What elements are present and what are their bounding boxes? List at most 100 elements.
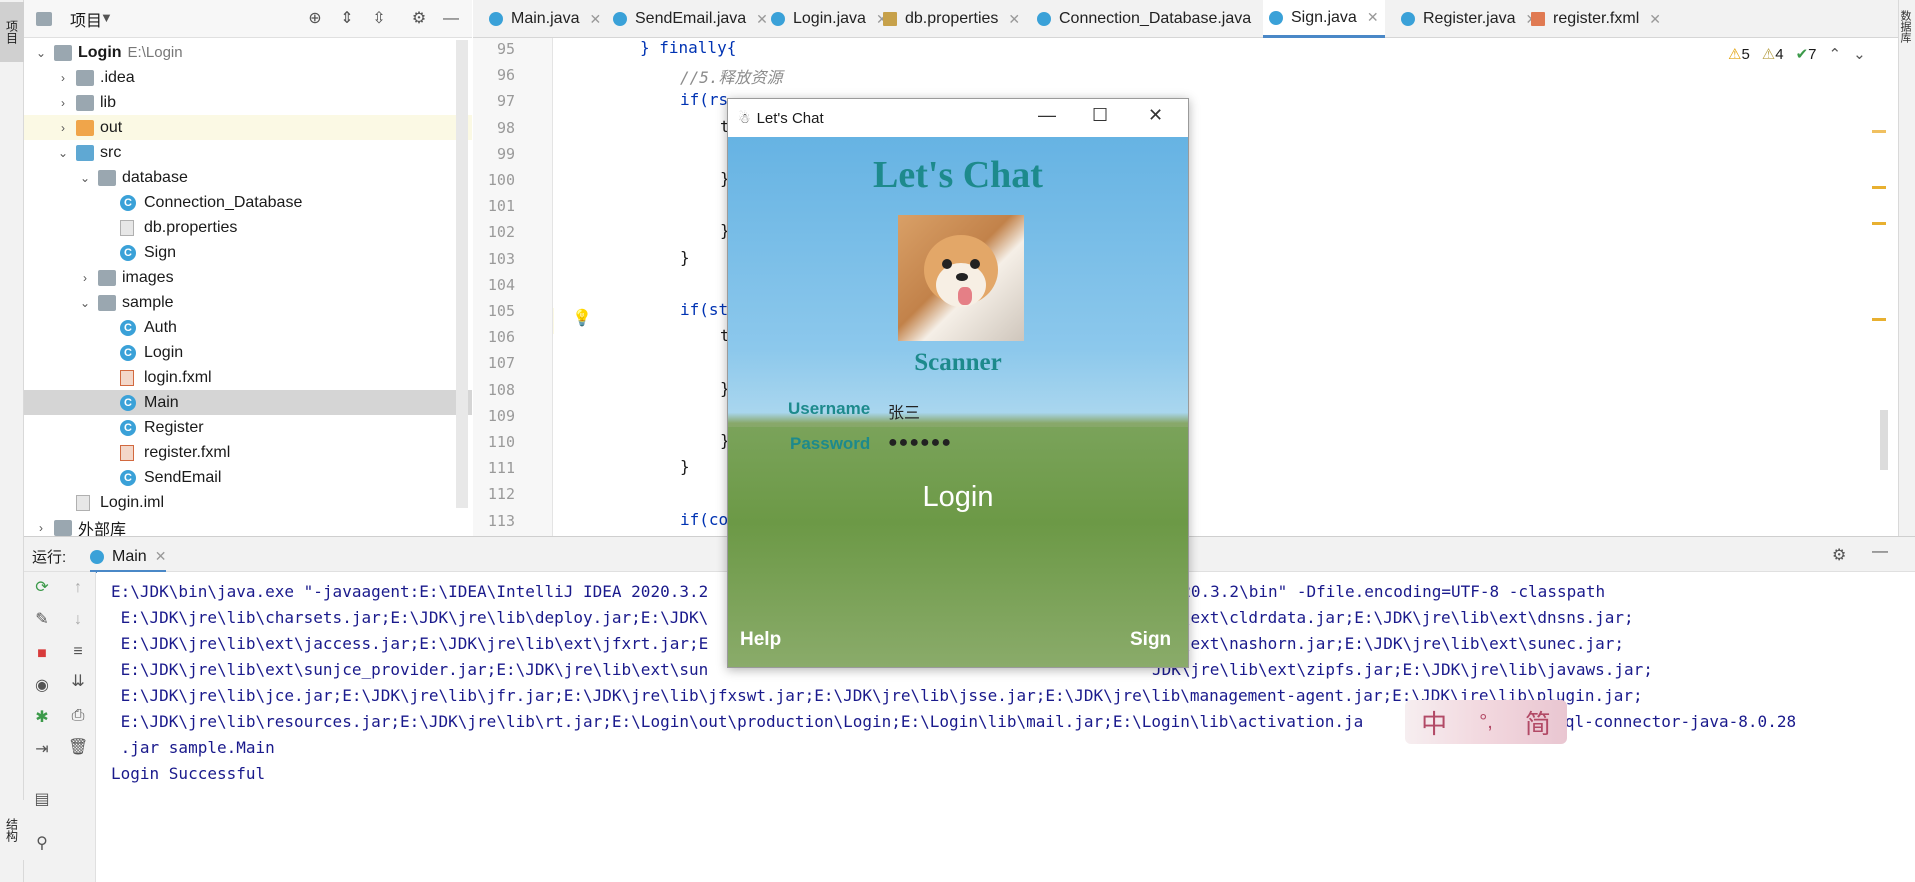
chevron-down-icon[interactable]: ⌄ (1853, 45, 1866, 63)
error-stripe-mark[interactable] (1872, 130, 1886, 133)
arrow-up-icon[interactable]: ↑ (68, 578, 88, 598)
editor-tab[interactable]: Login.java ✕ (765, 0, 894, 38)
chevron-down-icon[interactable]: ⌄ (56, 146, 70, 160)
project-tool-tab-label: 项目 (4, 20, 19, 44)
tree-item[interactable]: › 外部库 (24, 515, 472, 536)
editor-scrollbar[interactable] (1880, 410, 1888, 470)
tree-item[interactable]: › images (24, 265, 472, 290)
project-tool-tab[interactable]: 项目 (0, 2, 24, 62)
username-field[interactable]: 张三 (888, 399, 1068, 422)
help-link[interactable]: Help (740, 629, 781, 651)
arrow-down-icon[interactable]: ↓ (68, 610, 88, 630)
layout-icon[interactable]: ▤ (32, 790, 52, 810)
chevron-up-icon[interactable]: ⌃ (1829, 45, 1842, 63)
rerun-icon[interactable]: ⟳ (32, 578, 52, 598)
error-stripe-mark[interactable] (1872, 186, 1886, 189)
tree-item[interactable]: › .idea (24, 65, 472, 90)
maximize-button[interactable]: ☐ (1092, 105, 1108, 126)
chevron-right-icon[interactable]: › (56, 121, 70, 135)
tree-item[interactable]: C Register (24, 415, 472, 440)
login-exit-icon[interactable]: ⇥ (32, 740, 52, 760)
tree-item[interactable]: C Main (24, 390, 472, 415)
tree-item[interactable]: ⌄ Login E:\Login (24, 40, 472, 65)
tree-item[interactable]: › out (24, 115, 472, 140)
inspection-widget[interactable]: ⚠5 ⚠4 ✔7 ⌃ ⌄ (1728, 44, 1866, 64)
hide-icon[interactable]: — (1872, 543, 1888, 561)
chevron-down-icon[interactable]: ⌄ (34, 46, 48, 60)
close-icon[interactable]: ✕ (589, 11, 601, 28)
chevron-right-icon[interactable]: › (78, 271, 92, 285)
tree-item[interactable]: C Login (24, 340, 472, 365)
ime-indicator[interactable]: 中 °, 简 (1405, 700, 1567, 744)
close-icon[interactable]: ✕ (1367, 9, 1379, 26)
tree-item[interactable]: C Connection_Database (24, 190, 472, 215)
pin-icon[interactable]: ⚲ (32, 834, 52, 854)
camera-icon[interactable]: ◉ (32, 676, 52, 696)
close-icon[interactable]: ✕ (1649, 11, 1661, 28)
tree-item[interactable]: login.fxml (24, 365, 472, 390)
editor-tab[interactable]: Main.java ✕ (483, 0, 607, 38)
password-field[interactable]: ●●●●●● (888, 434, 1068, 456)
editor-tab[interactable]: Register.java✕ (1395, 0, 1543, 38)
run-tab-main[interactable]: Main ✕ (90, 543, 167, 573)
ime-punct[interactable]: °, (1479, 711, 1493, 734)
editor-tab[interactable]: Sign.java ✕ (1263, 0, 1385, 38)
tree-item[interactable]: register.fxml (24, 440, 472, 465)
tree-item[interactable]: ⌄ src (24, 140, 472, 165)
tree-item-text: Main (144, 393, 179, 411)
database-tool-tab[interactable]: 数据库 (1899, 10, 1913, 70)
debug-icon[interactable]: ✱ (32, 708, 52, 728)
tree-item[interactable]: C Auth (24, 315, 472, 340)
ime-mode[interactable]: 中 (1421, 704, 1447, 741)
scroll-end-icon[interactable]: ⇊ (68, 672, 88, 692)
minimize-button[interactable]: — (1038, 105, 1056, 126)
project-panel-title[interactable]: 项目 (70, 7, 102, 31)
structure-tool-tab[interactable]: 结构 (0, 800, 24, 860)
chevron-down-icon[interactable]: ▼ (100, 10, 113, 25)
close-button[interactable]: ✕ (1148, 105, 1163, 126)
sign-link[interactable]: Sign (1130, 629, 1171, 651)
tree-scrollbar[interactable] (456, 40, 468, 508)
soft-wrap-icon[interactable]: ≡ (68, 642, 88, 662)
print-icon[interactable]: ⎙ (68, 706, 88, 726)
ok-count-value: 7 (1808, 46, 1817, 63)
gear-icon[interactable]: ⚙ (410, 10, 428, 28)
editor-tab[interactable]: db.properties ✕ (877, 0, 1026, 38)
tree-item[interactable]: db.properties (24, 215, 472, 240)
wrench-icon[interactable]: ✎ (32, 610, 52, 630)
trash-icon[interactable]: 🗑 (68, 738, 88, 758)
stop-icon[interactable]: ■ (32, 644, 52, 664)
locate-icon[interactable]: ⊕ (306, 10, 324, 28)
close-icon[interactable]: ✕ (1008, 11, 1020, 28)
gear-icon[interactable]: ⚙ (1832, 545, 1846, 565)
editor-tab[interactable]: register.fxml ✕ (1525, 0, 1667, 38)
tree-item-label: Login (144, 344, 183, 362)
tree-item[interactable]: C Sign (24, 240, 472, 265)
tree-item[interactable]: › lib (24, 90, 472, 115)
error-stripe-mark[interactable] (1872, 318, 1886, 321)
hide-icon[interactable]: — (442, 10, 460, 28)
tree-item[interactable]: C SendEmail (24, 465, 472, 490)
login-button[interactable]: Login (888, 477, 1028, 517)
chevron-down-icon[interactable]: ⌄ (78, 296, 92, 310)
code-line: } (680, 457, 690, 476)
close-icon[interactable]: ✕ (155, 548, 167, 565)
warning-icon: ⚠ (1728, 46, 1742, 63)
chevron-right-icon[interactable]: › (34, 521, 48, 535)
error-stripe-mark[interactable] (1872, 222, 1886, 225)
tree-item-text: Connection_Database (144, 193, 303, 211)
chevron-down-icon[interactable]: ⌄ (78, 171, 92, 185)
collapse-all-icon[interactable]: ⇳ (370, 10, 388, 28)
editor-tab[interactable]: SendEmail.java ✕ (607, 0, 774, 38)
username-label: Username (788, 399, 871, 418)
editor-tab[interactable]: Connection_Database.java✕ (1031, 0, 1279, 38)
chevron-right-icon[interactable]: › (56, 71, 70, 85)
lightbulb-icon[interactable]: 💡 (572, 308, 592, 328)
ime-variant[interactable]: 简 (1525, 704, 1551, 741)
tree-item[interactable]: ⌄ sample (24, 290, 472, 315)
tree-item[interactable]: Login.iml (24, 490, 472, 515)
dialog-titlebar[interactable]: ☃ Let's Chat — ☐ ✕ (728, 99, 1188, 137)
chevron-right-icon[interactable]: › (56, 96, 70, 110)
expand-all-icon[interactable]: ⇕ (338, 10, 356, 28)
tree-item[interactable]: ⌄ database (24, 165, 472, 190)
